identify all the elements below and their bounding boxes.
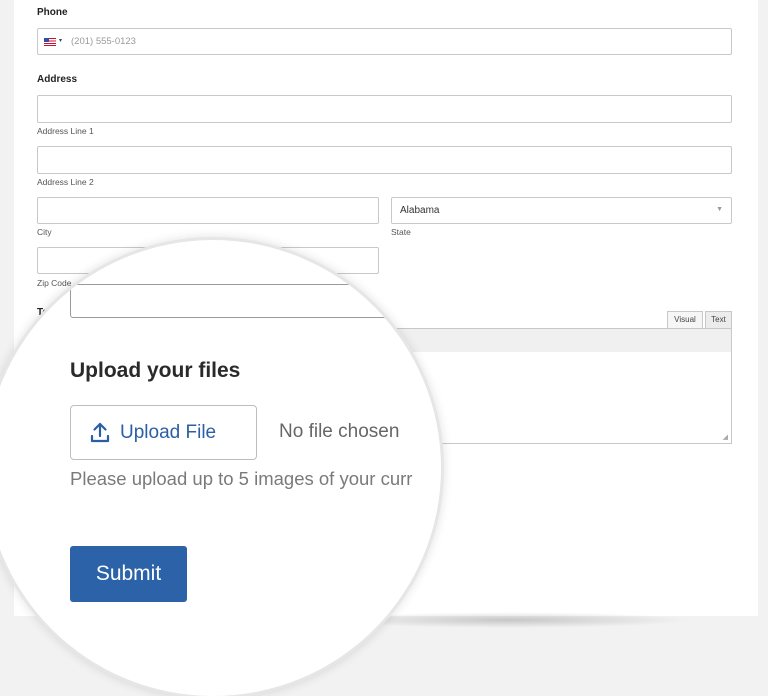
- zip-sublabel: Zip Code: [37, 278, 72, 288]
- address-line2-sublabel: Address Line 2: [37, 177, 94, 187]
- city-input[interactable]: [37, 197, 379, 224]
- phone-label: Phone: [37, 7, 68, 18]
- address-label: Address: [37, 74, 78, 85]
- phone-placeholder: (201) 555-0123: [71, 36, 136, 47]
- zoomed-text-field[interactable]: [70, 284, 390, 318]
- address-line1-input[interactable]: [37, 95, 732, 123]
- upload-file-button[interactable]: Upload File: [70, 405, 257, 460]
- state-select[interactable]: Alabama ▼: [391, 197, 732, 224]
- submit-button[interactable]: Submit: [70, 546, 187, 602]
- state-value: Alabama: [400, 205, 440, 216]
- upload-arrow-icon: [90, 422, 110, 443]
- address-line1-sublabel: Address Line 1: [37, 126, 94, 136]
- resize-handle-icon[interactable]: ◢: [723, 433, 728, 441]
- upload-file-label: Upload File: [120, 422, 217, 443]
- us-flag-icon[interactable]: [44, 38, 56, 46]
- address-line2-input[interactable]: [37, 146, 732, 174]
- tab-text[interactable]: Text: [705, 311, 732, 328]
- chevron-down-icon: ▼: [716, 206, 723, 213]
- state-sublabel: State: [391, 227, 411, 237]
- phone-input[interactable]: ▾ (201) 555-0123: [37, 28, 732, 55]
- country-caret-icon[interactable]: ▾: [59, 37, 62, 44]
- upload-help-text: Please upload up to 5 images of your cur…: [70, 468, 413, 489]
- tab-visual[interactable]: Visual: [667, 311, 703, 328]
- editor-toolbar[interactable]: [378, 328, 732, 353]
- city-sublabel: City: [37, 227, 52, 237]
- upload-title: Upload your files: [70, 359, 241, 382]
- no-file-text: No file chosen: [279, 421, 400, 442]
